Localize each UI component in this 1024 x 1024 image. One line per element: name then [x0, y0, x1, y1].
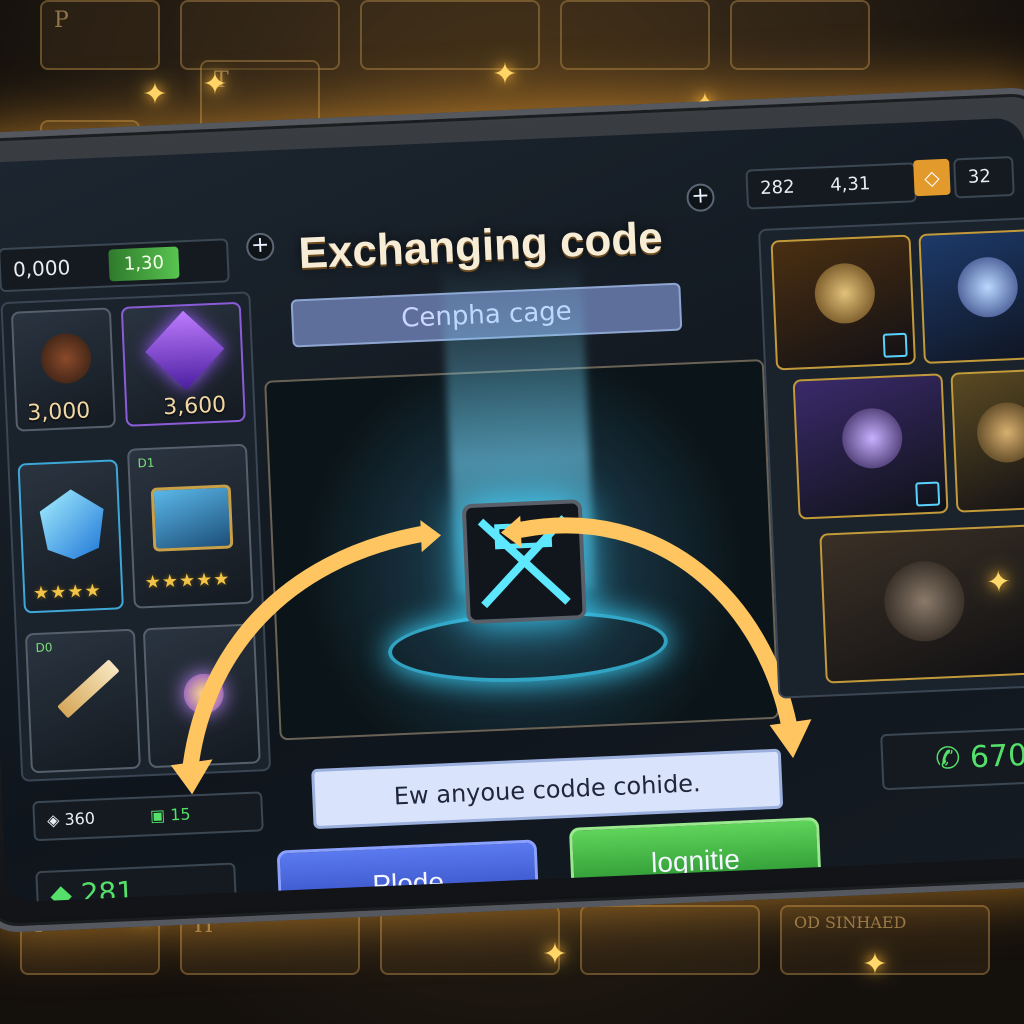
class-icon [882, 332, 908, 358]
dark-beast-avatar [882, 559, 967, 643]
hero-card-frost-mage[interactable] [918, 228, 1024, 365]
currency-value: 0,000 [12, 255, 71, 282]
sparkle-icon: ✦ [985, 564, 1012, 601]
top-right-stats: 282 4,31 [745, 162, 917, 210]
blade-icon [57, 659, 120, 719]
horned-rogue-avatar [975, 401, 1024, 464]
item-tag: D0 [35, 640, 53, 656]
add-icon[interactable]: + [685, 183, 716, 213]
green-crystal-icon: ◆ [49, 877, 73, 903]
sparkle-icon: ✦ [202, 67, 228, 102]
keyboard-key [380, 905, 560, 975]
inventory-item-blade[interactable]: D0 [24, 628, 141, 774]
class-icon [915, 481, 941, 507]
item-price: 3,000 [26, 398, 91, 427]
hero-card-horned-rogue[interactable] [950, 368, 1024, 513]
sparkle-icon: ✦ [542, 937, 568, 972]
keyboard-key [560, 0, 710, 70]
phone-icon: ✆ [934, 740, 962, 777]
hero-panel: ✦ [757, 216, 1024, 699]
plode-button[interactable]: Plode [276, 839, 540, 903]
golden-knight-avatar [813, 262, 877, 325]
stat-value: 360 [64, 808, 96, 829]
shop-icon[interactable]: ◇ [913, 158, 951, 197]
bottom-right-currency: ✆ 670 [880, 725, 1024, 791]
rarity-stars: ★★★★ [32, 580, 103, 605]
top-right-counter: 32 [953, 155, 1015, 199]
hero-card-golden-knight[interactable] [770, 234, 917, 371]
game-screen: 0,000 1,30 + 3,000 3,600 ★★★★ D1 ★★★★★ D… [0, 117, 1024, 903]
hero-card-winged-warrior[interactable] [792, 373, 949, 520]
inventory-item-blue-crystal[interactable]: ★★★★ [17, 459, 124, 614]
arrow-right-icon [512, 517, 798, 737]
add-icon[interactable]: + [245, 232, 275, 262]
currency-badge[interactable]: 1,30 [108, 246, 180, 282]
inventory-item-dark-orb[interactable]: 3,000 [10, 307, 117, 432]
dark-orb-icon [39, 332, 93, 385]
phone-device: 0,000 1,30 + 3,000 3,600 ★★★★ D1 ★★★★★ D… [0, 86, 1024, 934]
stat-value: 4,31 [829, 173, 871, 196]
currency-badge-value: 1,30 [123, 252, 165, 275]
item-price: 3,600 [162, 392, 227, 421]
currency-value: 670 [969, 737, 1024, 776]
bottom-left-currency: ◆ 281 [35, 862, 238, 903]
blue-crystal-icon [39, 488, 106, 561]
stat-value: 32 [967, 165, 992, 188]
hero-card-dark-beast[interactable]: ✦ [819, 523, 1024, 684]
currency-value: 281 [80, 874, 135, 903]
frost-mage-avatar [956, 255, 1020, 319]
sparkle-icon: ✦ [862, 947, 888, 982]
confirm-button[interactable]: lognitie [568, 817, 822, 903]
keyboard-key [580, 905, 760, 975]
sparkle-icon: ✦ [142, 77, 168, 112]
stat-value: 282 [759, 176, 795, 199]
purple-crystal-icon [145, 310, 225, 390]
inventory-item-purple-crystal[interactable]: 3,600 [120, 301, 246, 427]
arrow-left-icon [182, 526, 429, 773]
keyboard-key [730, 0, 870, 70]
winged-warrior-avatar [840, 407, 904, 470]
keyboard-key: P [40, 0, 160, 70]
sparkle-icon: ✦ [492, 57, 518, 92]
shield-icon: ◈ [46, 810, 60, 830]
